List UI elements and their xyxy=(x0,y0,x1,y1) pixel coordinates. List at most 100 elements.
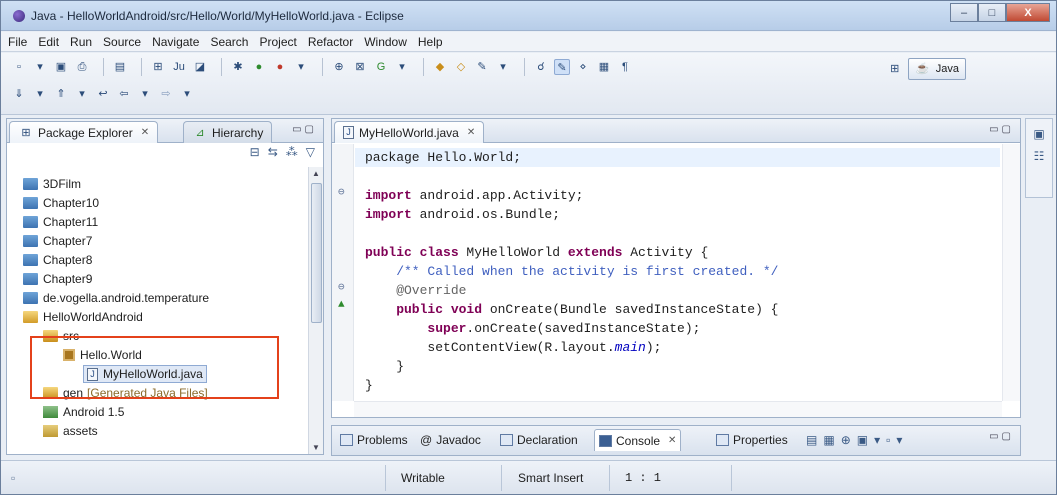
block-selection-icon[interactable]: ▦ xyxy=(596,59,612,75)
tab-problems[interactable]: Problems xyxy=(336,429,412,451)
open-folder-icon[interactable]: ◇ xyxy=(453,59,469,75)
dropdown-arrow-icon[interactable]: ▾ xyxy=(495,59,511,75)
collapse-all-icon[interactable]: ⊟ xyxy=(250,145,260,159)
dropdown-arrow-icon[interactable]: ▾ xyxy=(394,59,410,75)
new-icon[interactable]: ▫ xyxy=(11,59,27,75)
menu-run[interactable]: Run xyxy=(70,35,92,49)
editor-vertical-scrollbar[interactable] xyxy=(1002,144,1020,401)
new-package-icon[interactable]: ⊞ xyxy=(150,59,166,75)
menu-refactor[interactable]: Refactor xyxy=(308,35,353,49)
package-explorer-scrollbar[interactable]: ▲ ▼ xyxy=(308,167,323,454)
tree-item-android-library[interactable]: Android 1.5 xyxy=(43,403,124,421)
search-icon[interactable]: ✎ xyxy=(474,59,490,75)
menu-navigate[interactable]: Navigate xyxy=(152,35,199,49)
javadoc-icon: @ xyxy=(420,433,433,447)
tree-item-chapter9[interactable]: Chapter9 xyxy=(23,270,92,288)
new-java-class-icon[interactable]: G xyxy=(373,59,389,75)
scrollbar-thumb[interactable] xyxy=(311,183,322,323)
print-icon[interactable]: ⎙ xyxy=(74,59,90,75)
dropdown-arrow-icon[interactable]: ▾ xyxy=(32,59,48,75)
view-minimize-maximize-icon[interactable]: ▭▢ xyxy=(989,124,1014,135)
save-icon[interactable]: ▣ xyxy=(53,59,69,75)
new-java-package-icon[interactable]: ⊠ xyxy=(352,59,368,75)
menu-file[interactable]: File xyxy=(8,35,27,49)
new-java-project-icon[interactable]: ⊕ xyxy=(331,59,347,75)
toggle-breadcrumb-icon[interactable]: ⋄ xyxy=(575,59,591,75)
menu-project[interactable]: Project xyxy=(259,35,296,49)
dropdown-arrow-icon[interactable]: ▾ xyxy=(179,86,195,102)
filters-icon[interactable]: ⁂ xyxy=(286,145,298,159)
new-junit-icon[interactable]: Ju xyxy=(171,59,187,75)
tree-item-temperature[interactable]: de.vogella.android.temperature xyxy=(23,289,209,307)
maximize-button[interactable]: □ xyxy=(978,3,1006,22)
last-edit-icon[interactable]: ↩ xyxy=(95,86,111,102)
fast-view-icon[interactable]: ▫ xyxy=(11,469,15,487)
menu-window[interactable]: Window xyxy=(364,35,407,49)
close-button[interactable]: X xyxy=(1006,3,1050,22)
new-android-icon[interactable]: ◪ xyxy=(192,59,208,75)
grid-icon[interactable]: ▦ xyxy=(823,433,840,447)
menu-source[interactable]: Source xyxy=(103,35,141,49)
dropdown-arrow-icon[interactable]: ▾ xyxy=(137,86,153,102)
close-icon[interactable]: ✕ xyxy=(141,127,149,138)
forward-icon[interactable]: ⇨ xyxy=(158,86,174,102)
outline-view-icon[interactable]: ☷ xyxy=(1026,149,1052,163)
debug-icon[interactable]: ✱ xyxy=(230,59,246,75)
view-minimize-maximize-icon[interactable]: ▭▢ xyxy=(292,124,317,135)
debug-config-icon[interactable]: ▤ xyxy=(112,59,128,75)
dropdown-arrow-icon[interactable]: ▾ xyxy=(293,59,309,75)
console-toolbar: ▤ ▦ ⊕ ▣ ▾ ▫ ▾ xyxy=(802,429,912,451)
external-tools-icon[interactable]: ● xyxy=(272,59,288,75)
view-minimize-maximize-icon[interactable]: ▭▢ xyxy=(989,431,1014,442)
perspective-switcher: ⊞ ☕ Java xyxy=(887,58,966,80)
menu-help[interactable]: Help xyxy=(418,35,443,49)
scroll-down-icon[interactable]: ▼ xyxy=(312,443,320,452)
project-icon xyxy=(23,311,38,323)
close-icon[interactable]: ✕ xyxy=(668,435,676,446)
open-type-icon[interactable]: ◆ xyxy=(432,59,448,75)
tab-package-explorer[interactable]: ⊞ Package Explorer ✕ xyxy=(9,121,159,143)
restore-view-icon[interactable]: ▣ xyxy=(1026,127,1052,141)
mark-occurrences-icon[interactable]: ✎ xyxy=(554,59,570,75)
tab-hierarchy[interactable]: ⊿ Hierarchy xyxy=(183,121,273,143)
java-perspective-button[interactable]: ☕ Java xyxy=(907,58,966,80)
menu-search[interactable]: Search xyxy=(210,35,248,49)
tab-javadoc[interactable]: @ Javadoc xyxy=(416,429,485,451)
back-icon[interactable]: ⇦ xyxy=(116,86,132,102)
tree-item-assets[interactable]: assets xyxy=(43,422,98,440)
fold-icon[interactable]: ⊖ xyxy=(338,185,345,199)
fold-icon[interactable]: ⊖ xyxy=(338,280,345,294)
tab-declaration[interactable]: Declaration xyxy=(496,429,582,451)
tree-item-chapter7[interactable]: Chapter7 xyxy=(23,232,92,250)
close-icon[interactable]: ✕ xyxy=(467,127,475,138)
open-perspective-icon[interactable]: ⊞ xyxy=(887,61,903,77)
tab-properties[interactable]: Properties xyxy=(712,429,792,451)
dropdown-arrow-icon[interactable]: ▾ xyxy=(32,86,48,102)
view-menu-icon[interactable]: ▽ xyxy=(306,145,315,159)
dropdown-arrow-icon[interactable]: ▾ xyxy=(896,433,908,447)
code-area[interactable]: ⊖ ⊖ ▲ package Hello.World; import androi… xyxy=(332,144,1020,401)
minimize-button[interactable]: – xyxy=(950,3,978,22)
tab-myhelloworld-java[interactable]: J MyHelloWorld.java ✕ xyxy=(334,121,485,143)
scroll-up-icon[interactable]: ▲ xyxy=(312,169,320,178)
prev-annotation-icon[interactable]: ⇑ xyxy=(53,86,69,102)
link-with-editor-icon[interactable]: ⇆ xyxy=(268,145,278,159)
tab-console[interactable]: Console ✕ xyxy=(594,429,682,451)
pin-console-icon[interactable]: ▤ xyxy=(806,433,823,447)
new-console-icon[interactable]: ⊕ xyxy=(841,433,857,447)
tree-item-chapter8[interactable]: Chapter8 xyxy=(23,251,92,269)
run-icon[interactable]: ● xyxy=(251,59,267,75)
open-console-icon[interactable]: ▫ xyxy=(886,433,896,447)
next-annotation-icon[interactable]: ⇓ xyxy=(11,86,27,102)
toggle-mark-icon[interactable]: ☌ xyxy=(533,59,549,75)
dropdown-arrow-icon[interactable]: ▾ xyxy=(874,433,886,447)
menu-edit[interactable]: Edit xyxy=(38,35,59,49)
dropdown-arrow-icon[interactable]: ▾ xyxy=(74,86,90,102)
tree-item-chapter11[interactable]: Chapter11 xyxy=(23,213,98,231)
editor-horizontal-scrollbar[interactable] xyxy=(354,401,1002,417)
show-whitespace-icon[interactable]: ¶ xyxy=(617,59,633,75)
tree-item-helloworldandroid[interactable]: HelloWorldAndroid xyxy=(23,308,143,326)
tree-item-3dfilm[interactable]: 3DFilm xyxy=(23,175,81,193)
tree-item-chapter10[interactable]: Chapter10 xyxy=(23,194,99,212)
display-console-icon[interactable]: ▣ xyxy=(857,433,874,447)
